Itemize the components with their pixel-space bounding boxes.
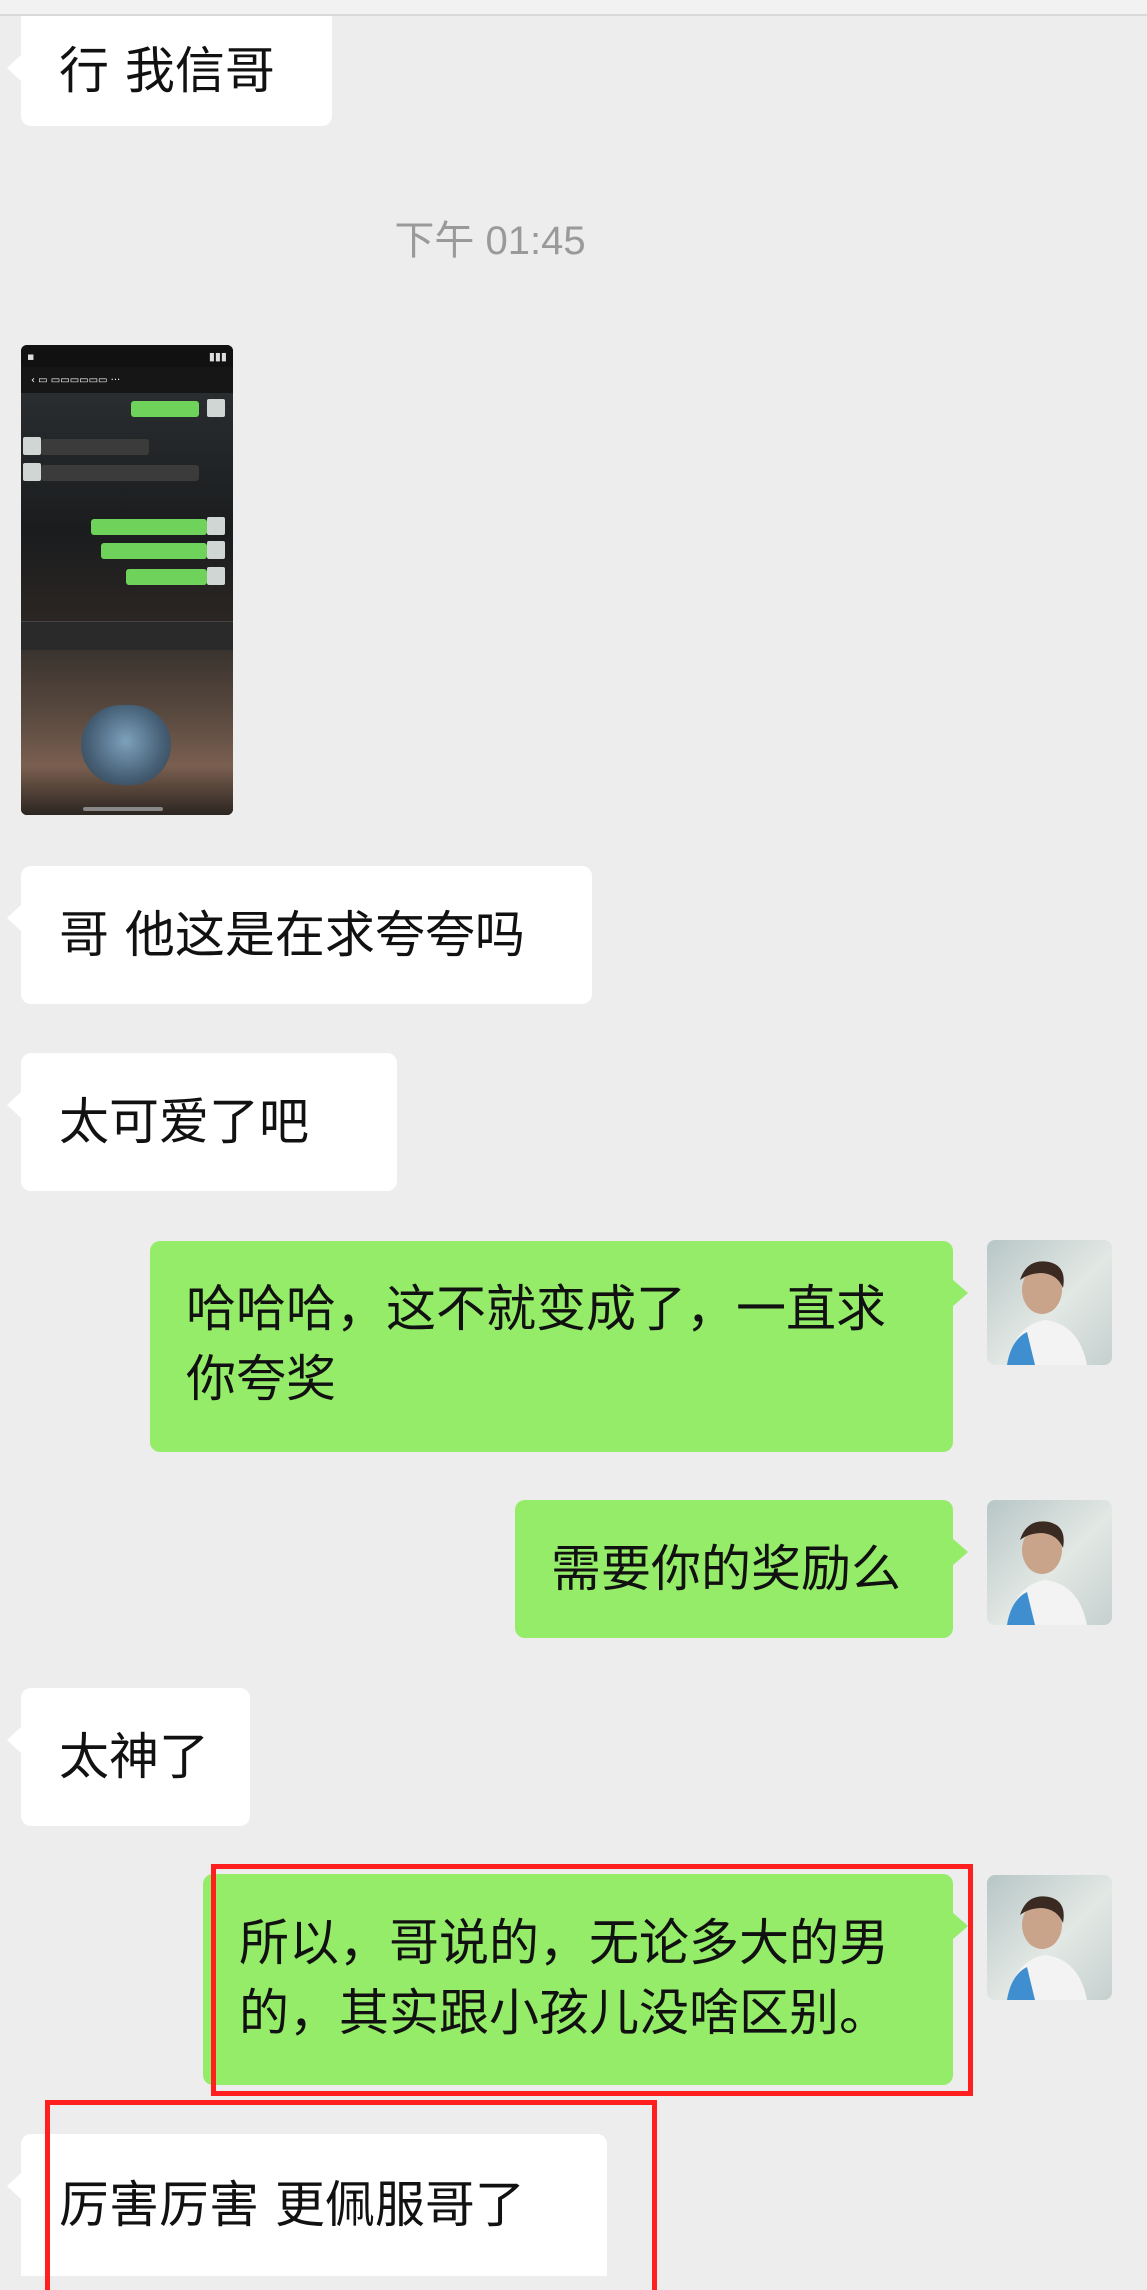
highlight-box — [211, 1864, 973, 2096]
message-bubble-outgoing[interactable]: 哈哈哈，这不就变成了，一直求 你夸奖 — [150, 1241, 968, 1452]
message-text-line: 哈哈哈，这不就变成了，一直求 — [186, 1280, 886, 1338]
image-message-thumbnail[interactable]: ▪ ▮▮▮ ‹ ▭ ▭▭▭▭▭▭ ··· — [21, 345, 233, 815]
message-text: 太神了 — [59, 1728, 209, 1786]
person-avatar-icon — [1007, 1896, 1087, 2000]
mini-home-indicator — [83, 807, 163, 811]
mini-chat-area — [21, 393, 233, 621]
message-text: 哥 他这是在求夸夸吗 — [59, 906, 525, 964]
mini-status-bar: ▪ ▮▮▮ — [21, 345, 233, 367]
mini-keyboard — [21, 650, 233, 815]
message-bubble-incoming[interactable]: 太神了 — [7, 1688, 250, 1826]
user-avatar[interactable] — [987, 1875, 1112, 2000]
message-bubble-incoming[interactable]: 行 我信哥 — [7, 16, 332, 126]
message-text: 需要你的奖励么 — [551, 1540, 901, 1598]
highlight-box — [45, 2100, 657, 2290]
top-divider — [0, 0, 1147, 16]
mini-input-bar — [21, 621, 233, 650]
message-text: 太可爱了吧 — [59, 1093, 309, 1151]
chat-timestamp: 下午 01:45 — [394, 219, 586, 263]
person-avatar-icon — [1007, 1261, 1087, 1365]
message-bubble-incoming[interactable]: 哥 他这是在求夸夸吗 — [7, 866, 592, 1004]
message-bubble-incoming[interactable]: 太可爱了吧 — [7, 1053, 397, 1191]
mini-chat-title: ‹ ▭ ▭▭▭▭▭▭ ··· — [21, 367, 233, 393]
person-avatar-icon — [1007, 1521, 1087, 1625]
message-bubble-outgoing[interactable]: 需要你的奖励么 — [515, 1500, 968, 1638]
user-avatar[interactable] — [987, 1240, 1112, 1365]
message-text-line: 你夸奖 — [186, 1350, 336, 1408]
user-avatar[interactable] — [987, 1500, 1112, 1625]
message-text: 行 我信哥 — [59, 42, 275, 100]
